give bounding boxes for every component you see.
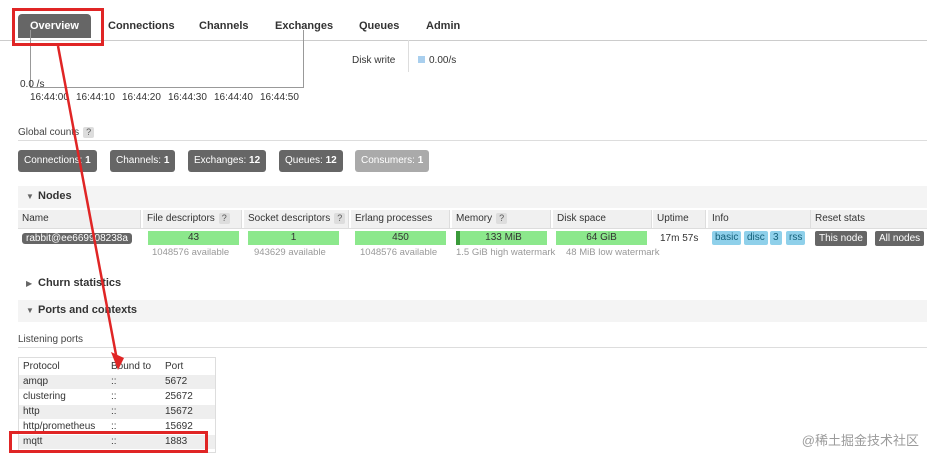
watermark-text: @稀土掘金技术社区 — [801, 433, 919, 448]
annotation-arrow — [56, 45, 124, 370]
